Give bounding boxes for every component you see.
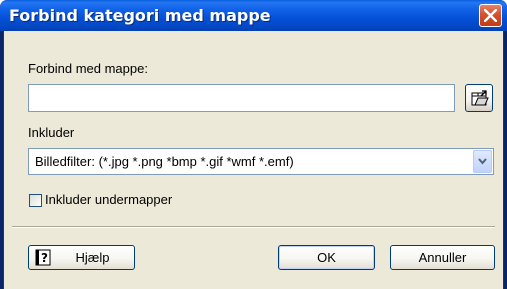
help-book-icon: ? [35, 249, 51, 266]
open-folder-icon [471, 90, 489, 106]
close-icon [484, 9, 497, 22]
divider [12, 226, 495, 228]
include-label: Inkluder [28, 125, 75, 140]
ok-button-label: OK [317, 250, 336, 265]
help-button-label: Hjælp [75, 250, 110, 265]
cancel-button-label: Annuller [418, 250, 467, 265]
close-button[interactable] [479, 4, 502, 27]
svg-text:?: ? [41, 251, 48, 265]
help-button[interactable]: ? Hjælp [28, 245, 135, 270]
chevron-down-icon [478, 158, 487, 165]
dialog-title: Forbind kategori med mappe [9, 6, 271, 25]
ok-button[interactable]: OK [278, 245, 375, 270]
file-filter-selected: Billedfilter: (*.jpg *.png *bmp *.gif *w… [35, 154, 294, 169]
dropdown-arrow-button[interactable] [473, 150, 492, 173]
dialog-body: Forbind med mappe: Inkluder Billedfilter… [3, 31, 504, 289]
file-filter-dropdown[interactable]: Billedfilter: (*.jpg *.png *bmp *.gif *w… [28, 148, 494, 175]
cancel-button[interactable]: Annuller [390, 245, 495, 270]
include-subfolders-checkbox[interactable] [29, 194, 42, 207]
folder-path-input[interactable] [28, 84, 455, 112]
folder-label: Forbind med mappe: [28, 61, 148, 76]
include-subfolders-label[interactable]: Inkluder undermapper [45, 192, 172, 207]
title-bar[interactable]: Forbind kategori med mappe [0, 0, 507, 31]
dialog-window: Forbind kategori med mappe Forbind med m… [0, 0, 507, 289]
browse-folder-button[interactable] [465, 84, 493, 112]
